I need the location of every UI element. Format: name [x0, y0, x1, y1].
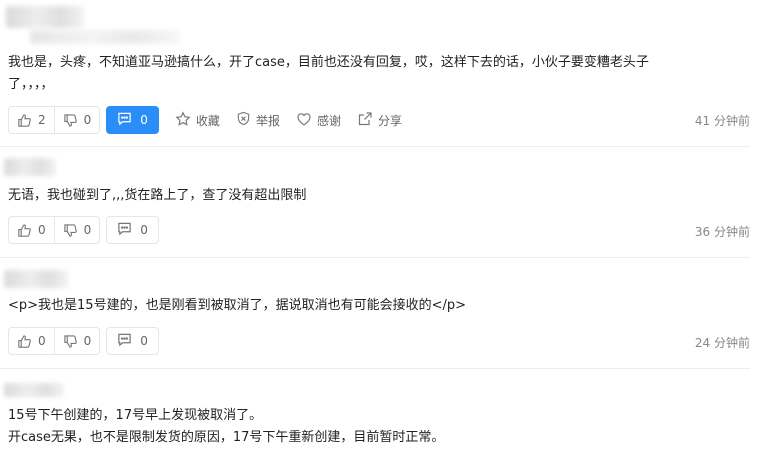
thumb-down-icon: [63, 113, 78, 128]
report-button[interactable]: 举报: [236, 111, 280, 129]
reply-count: 0: [140, 113, 148, 127]
share-label: 分享: [377, 113, 402, 128]
reply-count: 0: [140, 334, 148, 348]
comment-icon: [117, 221, 132, 239]
share-button[interactable]: 分享: [357, 111, 402, 130]
comment-text: 15号下午创建的，17号早上发现被取消了。: [8, 408, 263, 423]
like-count: 0: [38, 334, 46, 348]
like-button[interactable]: 2: [9, 107, 54, 133]
comment-text-line2: 开case无果，也不是限制发货的原因，17号下午重新创建，目前暂时正常。: [8, 430, 445, 445]
comment-actions: 0 0 0: [8, 216, 159, 244]
divider: [0, 257, 750, 258]
like-button[interactable]: 0: [9, 217, 54, 243]
collect-label: 收藏: [195, 113, 220, 128]
thanks-label: 感谢: [316, 113, 341, 128]
comment-text: 无语，我也碰到了,,,货在路上了，查了没有超出限制: [8, 188, 307, 203]
reply-button[interactable]: 0: [106, 327, 159, 355]
thumb-down-icon: [63, 334, 78, 349]
vote-group: 0 0: [8, 327, 101, 355]
share-icon: [357, 111, 373, 130]
comment-time: 41 分钟前: [694, 114, 750, 128]
comment-time: 24 分钟前: [694, 336, 750, 350]
divider: [0, 368, 750, 369]
dislike-button[interactable]: 0: [53, 217, 100, 243]
comment-text: <p>我也是15号建的，也是刚看到被取消了，据说取消也有可能会接收的</p>: [8, 298, 466, 313]
dislike-button[interactable]: 0: [53, 328, 100, 354]
comment-time: 36 分钟前: [694, 225, 750, 239]
author-name-blurred: [4, 158, 56, 176]
reply-count: 0: [140, 223, 148, 237]
collect-button[interactable]: 收藏: [175, 110, 220, 130]
divider: [0, 146, 750, 147]
thumb-up-icon: [17, 223, 32, 238]
author-meta-blurred: [30, 30, 180, 44]
dislike-count: 0: [83, 334, 92, 348]
comment-icon: [117, 332, 132, 350]
thanks-button[interactable]: 感谢: [296, 111, 341, 130]
reply-button[interactable]: 0: [106, 106, 159, 134]
like-button[interactable]: 0: [9, 328, 54, 354]
report-label: 举报: [255, 113, 280, 128]
comment-text: 我也是，头疼，不知道亚马逊搞什么，开了case，目前也还没有回复，哎，这样下去的…: [8, 55, 649, 70]
like-count: 2: [38, 113, 46, 127]
star-icon: [175, 110, 191, 130]
comment-text-line2: 了，，，，: [8, 77, 54, 92]
author-name-blurred: [4, 270, 68, 288]
vote-group: 2 0: [8, 106, 101, 134]
heart-icon: [296, 111, 312, 130]
dislike-count: 0: [83, 223, 92, 237]
thumb-up-icon: [17, 113, 32, 128]
thumb-up-icon: [17, 334, 32, 349]
reply-button[interactable]: 0: [106, 216, 159, 244]
thumb-down-icon: [63, 223, 78, 238]
author-name-blurred: [6, 6, 84, 28]
author-name-blurred: [4, 383, 64, 397]
comment-actions: 0 0 0: [8, 327, 159, 355]
comment-icon: [117, 111, 132, 129]
vote-group: 0 0: [8, 216, 101, 244]
dislike-button[interactable]: 0: [53, 107, 100, 133]
comment-actions: 2 0 0 收藏 举报 感谢 分享: [8, 106, 402, 134]
shield-icon: [236, 111, 251, 129]
like-count: 0: [38, 223, 46, 237]
dislike-count: 0: [83, 113, 92, 127]
